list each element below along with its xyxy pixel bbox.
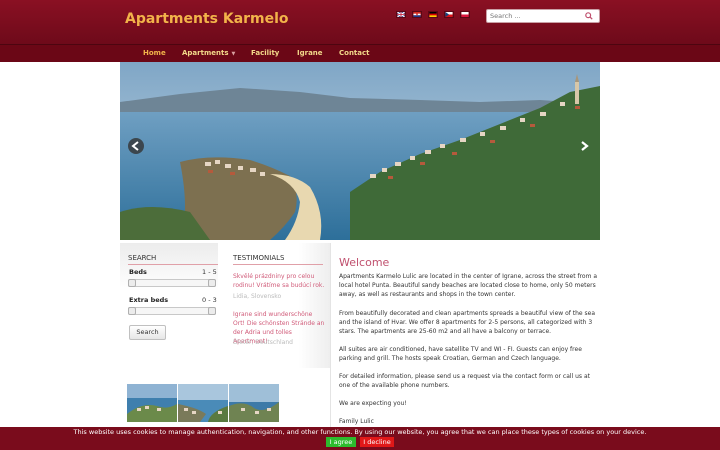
cookie-decline-button[interactable]: I decline: [360, 437, 394, 447]
search-widget: SEARCH Beds 1 - 5 Extra beds 0 - 3 Searc…: [120, 243, 218, 363]
nav-home[interactable]: Home: [143, 49, 166, 57]
content-paragraph: We are expecting you!: [339, 400, 407, 407]
beds-range-value: 1 - 5: [202, 268, 217, 276]
beds-range-slider[interactable]: [128, 279, 216, 287]
main-nav: Home Apartments ▼ Facility Igrane Contact: [0, 44, 720, 62]
extra-beds-max-handle[interactable]: [208, 307, 216, 315]
testimonial-text: Skvělé prázdniny pro celou rodinu! Vrátí…: [233, 273, 325, 289]
content-paragraph: For detailed information, please send us…: [339, 373, 590, 389]
extra-beds-label: Extra beds: [129, 296, 169, 304]
extra-beds-min-handle[interactable]: [128, 307, 136, 315]
cookie-notice-text: This website uses cookies to manage auth…: [73, 428, 647, 436]
divider: [233, 264, 323, 265]
header-search-box: [486, 9, 600, 23]
page-title: Welcome: [339, 256, 390, 269]
testimonial-author: Lidia, Slovensko: [233, 293, 282, 300]
extra-beds-range-value: 0 - 3: [202, 296, 217, 304]
divider: [128, 264, 218, 265]
page: Apartments Karmelo Search ... Home Apart…: [0, 0, 720, 450]
testimonials-widget: TESTIMONIALS Skvělé prázdniny pro celou …: [225, 243, 330, 368]
language-switcher: [396, 11, 470, 18]
content-paragraph: From beautifully decorated and clean apa…: [339, 310, 596, 335]
slide-prev-icon[interactable]: [128, 138, 144, 154]
nav-contact[interactable]: Contact: [339, 49, 370, 57]
cookie-consent-bar: This website uses cookies to manage auth…: [0, 427, 720, 450]
croatian-flag-icon[interactable]: [412, 11, 422, 18]
slide-next-icon[interactable]: [576, 138, 592, 154]
column-divider: [330, 243, 331, 428]
coastal-town-photo: [120, 62, 600, 240]
search-icon[interactable]: [585, 12, 593, 20]
nav-apartments-label: Apartments: [182, 49, 229, 57]
hero-slideshow: [120, 62, 600, 240]
signature-text: Family Lulic: [339, 418, 374, 425]
beds-min-handle[interactable]: [128, 279, 136, 287]
photo-thumbnail[interactable]: [178, 384, 228, 422]
beds-label: Beds: [129, 268, 147, 276]
content-paragraph: All suites are air conditioned, have sat…: [339, 346, 582, 362]
german-flag-icon[interactable]: [428, 11, 438, 18]
photo-thumbnail[interactable]: [127, 384, 177, 422]
czech-flag-icon[interactable]: [444, 11, 454, 18]
cookie-agree-button[interactable]: I agree: [326, 437, 356, 447]
search-widget-title: SEARCH: [128, 254, 157, 262]
nav-facility[interactable]: Facility: [251, 49, 279, 57]
chevron-down-icon: ▼: [231, 51, 236, 57]
testimonials-title: TESTIMONIALS: [233, 254, 285, 262]
english-flag-icon[interactable]: [396, 11, 406, 18]
photo-thumbnail[interactable]: [229, 384, 279, 422]
search-button[interactable]: Search: [129, 325, 166, 340]
extra-beds-range-slider[interactable]: [128, 307, 216, 315]
testimonial-author: Dieter, Deutschland: [233, 339, 293, 346]
photo-thumbnails: [127, 384, 279, 422]
content-paragraph: Apartments Karmelo Lulic are located in …: [339, 273, 598, 298]
nav-igrane[interactable]: Igrane: [297, 49, 323, 57]
polish-flag-icon[interactable]: [460, 11, 470, 18]
header-search-input[interactable]: [490, 10, 582, 22]
site-logo-title[interactable]: Apartments Karmelo: [125, 11, 289, 27]
site-header: Apartments Karmelo: [0, 0, 720, 44]
nav-apartments[interactable]: Apartments ▼: [182, 49, 235, 57]
beds-max-handle[interactable]: [208, 279, 216, 287]
